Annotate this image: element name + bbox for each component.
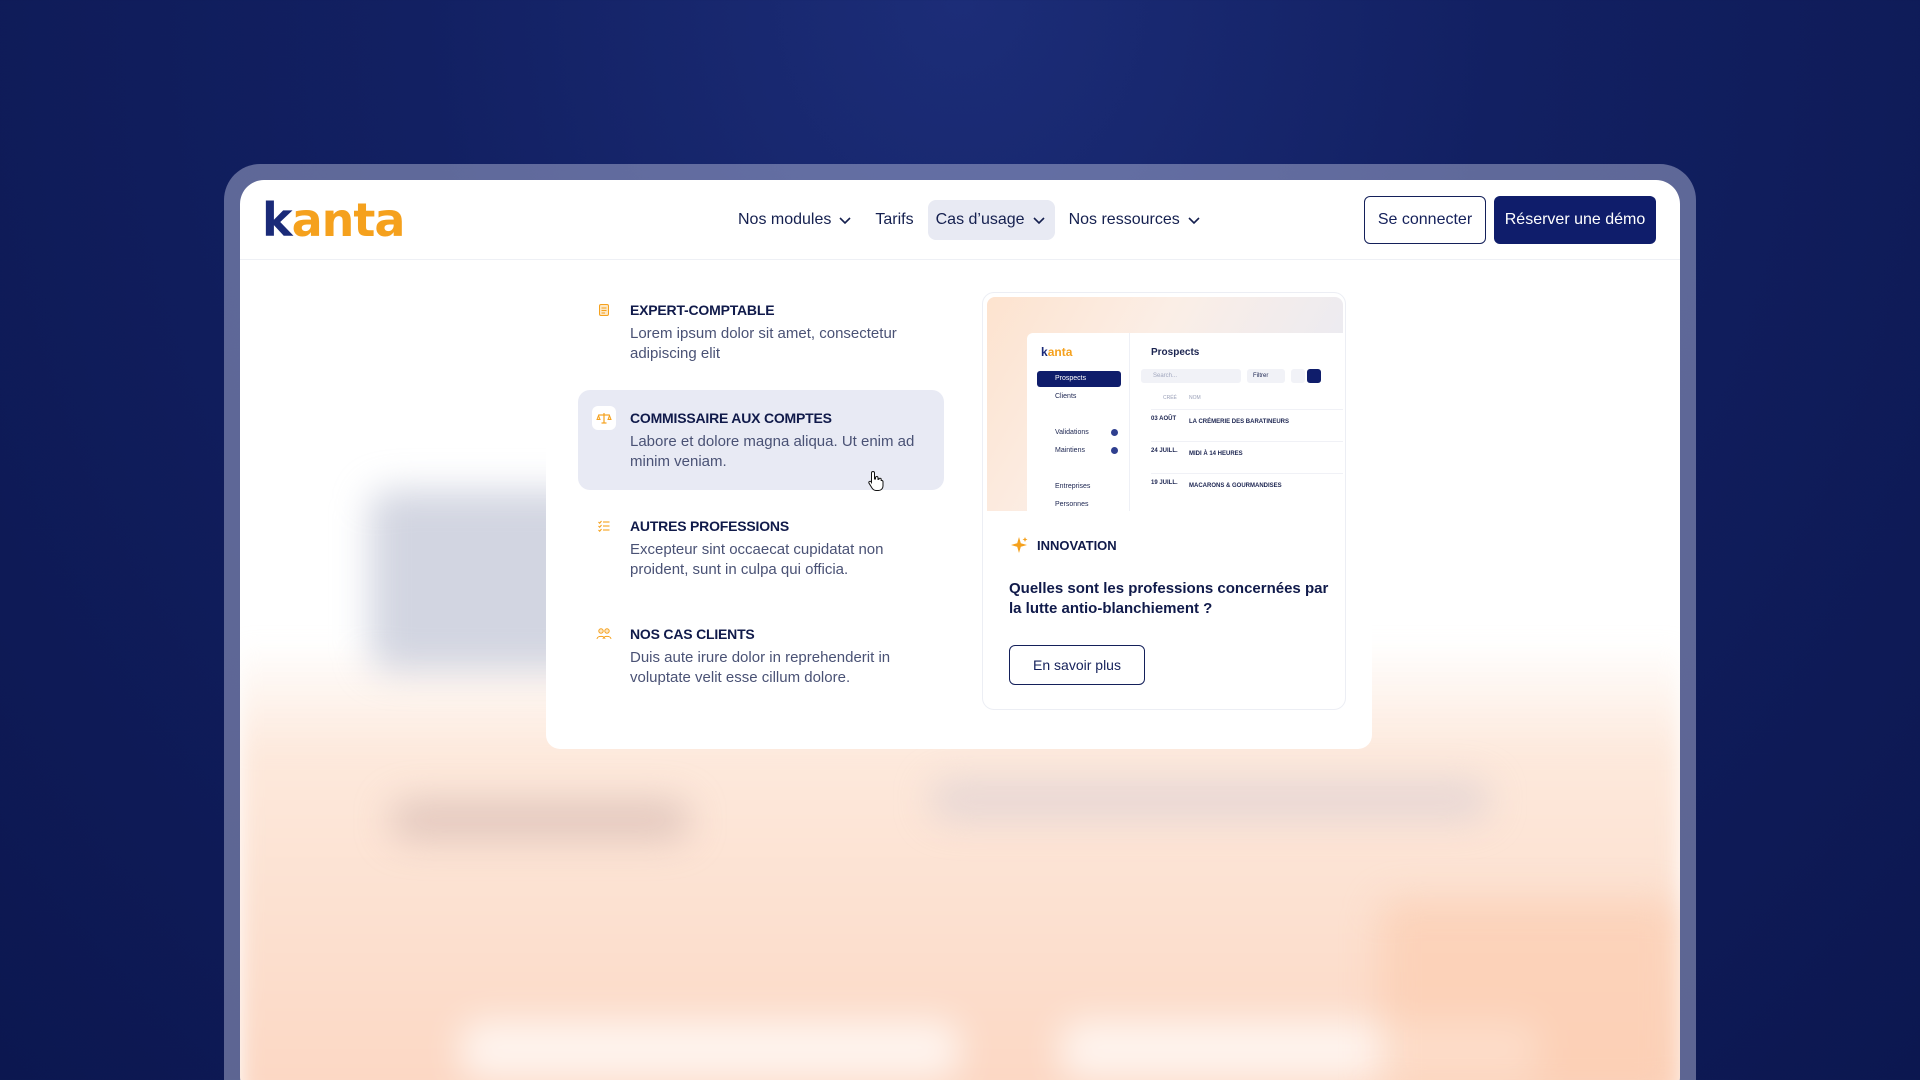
mock-sidebar-item: Clients (1055, 393, 1077, 400)
book-demo-button[interactable]: Réserver une démo (1494, 196, 1656, 244)
mock-filter-button: Filtrer (1247, 369, 1285, 383)
mock-divider (1129, 333, 1130, 511)
mock-badge (1111, 447, 1118, 454)
chevron-down-icon (1032, 217, 1045, 225)
users-icon (592, 622, 616, 646)
nav-link-label: Cas d’usage (935, 211, 1025, 228)
card-title: Quelles sont les professions concernées … (1009, 580, 1329, 617)
logo-prefix: k (262, 193, 293, 247)
mock-view-icon (1291, 369, 1305, 383)
chevron-down-icon (839, 217, 851, 225)
browser-viewport: kanta Nos modules Tarifs Cas d’usage Nos… (240, 180, 1680, 1080)
blurred-shape (1380, 900, 1680, 1080)
mock-sidebar-item: Entreprises (1055, 483, 1091, 490)
menu-item-description: Lorem ipsum dolor sit amet, consectetur … (630, 325, 897, 362)
mock-table-row: 24 JUILL. MIDI À 14 HEURES (1151, 441, 1343, 467)
menu-item-title: NOS CAS CLIENTS (630, 626, 755, 642)
nav-link-label: Nos ressources (1068, 211, 1180, 228)
menu-item-title: COMMISSAIRE AUX COMPTES (630, 410, 832, 426)
menu-item-nos-cas-clients[interactable]: NOS CAS CLIENTS Duis aute irure dolor in… (578, 606, 944, 706)
nav-link-label: Tarifs (875, 211, 914, 228)
featured-article-card[interactable]: kanta Prospects Clients Validations Main… (982, 292, 1346, 710)
app-mockup: kanta Prospects Clients Validations Main… (1027, 333, 1343, 511)
logo-rest: anta (291, 193, 406, 247)
mock-logo: kanta (1041, 345, 1073, 359)
card-tag: INNOVATION (1009, 535, 1117, 555)
menu-item-autres-professions[interactable]: AUTRES PROFESSIONS Excepteur sint occaec… (578, 498, 944, 598)
use-cases-dropdown: EXPERT-COMPTABLE Lorem ipsum dolor sit a… (546, 260, 1372, 749)
menu-item-description: Duis aute irure dolor in reprehenderit i… (630, 649, 891, 686)
main-nav: Nos modules Tarifs Cas d’usage Nos resso… (730, 200, 1210, 240)
learn-more-button[interactable]: En savoir plus (1009, 645, 1145, 685)
nav-link-tarifs[interactable]: Tarifs (867, 200, 921, 240)
blurred-shape (390, 800, 690, 840)
mock-sidebar-item: Prospects (1037, 371, 1121, 387)
document-icon (592, 298, 616, 322)
mock-table-row: 19 JUILL. MACARONS & GOURMANDISES (1151, 473, 1343, 499)
card-tag-label: INNOVATION (1037, 537, 1117, 553)
mock-list-icon (1307, 369, 1321, 383)
mock-sidebar-item: Maintiens (1055, 447, 1085, 454)
blurred-shape (930, 780, 1490, 820)
navbar: kanta Nos modules Tarifs Cas d’usage Nos… (240, 180, 1680, 260)
mock-column-header: CRÉÉ (1163, 395, 1177, 401)
menu-item-commissaire-aux-comptes[interactable]: COMMISSAIRE AUX COMPTES Labore et dolore… (578, 390, 944, 490)
sparkle-icon (1011, 537, 1028, 553)
mock-table-row: 03 AOÛT LA CRÉMERIE DES BARATINEURS (1151, 409, 1343, 435)
app-preview-image: kanta Prospects Clients Validations Main… (987, 297, 1343, 511)
mock-column-header: NOM (1189, 395, 1201, 401)
menu-item-description: Labore et dolore magna aliqua. Ut enim a… (630, 433, 915, 470)
blurred-shape (460, 1020, 960, 1080)
menu-item-title: EXPERT-COMPTABLE (630, 302, 775, 318)
nav-link-label: Nos modules (738, 211, 832, 228)
nav-link-use-cases[interactable]: Cas d’usage (927, 200, 1055, 240)
hand-cursor-icon (868, 470, 884, 491)
mock-badge (1111, 429, 1118, 436)
menu-item-title: AUTRES PROFESSIONS (630, 518, 789, 534)
mock-page-title: Prospects (1151, 347, 1200, 358)
scale-icon (592, 406, 616, 430)
menu-item-expert-comptable[interactable]: EXPERT-COMPTABLE Lorem ipsum dolor sit a… (578, 282, 944, 382)
chevron-down-icon (1188, 217, 1200, 225)
logo[interactable]: kanta (262, 192, 406, 248)
mock-sidebar-item: Personnes (1055, 501, 1089, 508)
menu-item-description: Excepteur sint occaecat cupidatat non pr… (630, 541, 884, 578)
nav-link-modules[interactable]: Nos modules (730, 200, 861, 240)
mock-search-input: Search... (1141, 369, 1241, 383)
nav-link-resources[interactable]: Nos ressources (1061, 200, 1210, 240)
mock-sidebar-item: Validations (1055, 429, 1089, 436)
login-button[interactable]: Se connecter (1364, 196, 1486, 244)
checklist-icon (592, 514, 616, 538)
